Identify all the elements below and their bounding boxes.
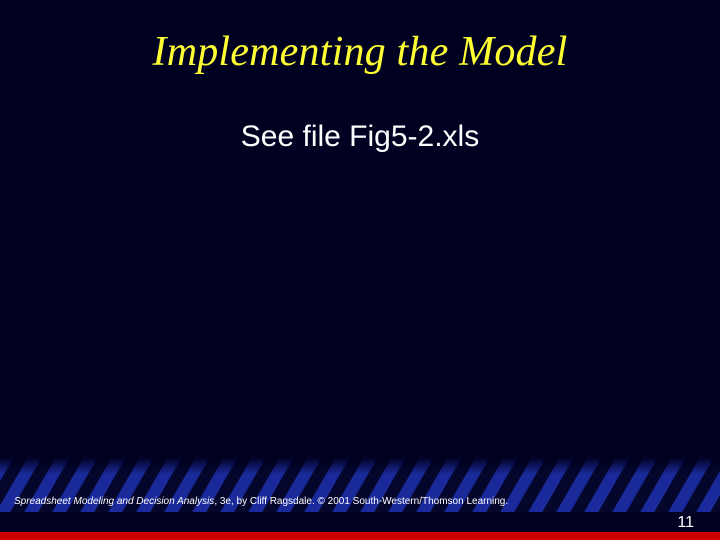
footer-remainder: , 3e, by Cliff Ragsdale. © 2001 South-We… — [214, 496, 508, 507]
page-number: 11 — [677, 514, 694, 532]
slide-body-text: See file Fig5-2.xls — [0, 120, 720, 154]
footer-credit: Spreadsheet Modeling and Decision Analys… — [14, 497, 508, 507]
slide-title: Implementing the Model — [0, 28, 720, 76]
footer-book-title: Spreadsheet Modeling and Decision Analys… — [14, 496, 214, 507]
slide: Implementing the Model See file Fig5-2.x… — [0, 0, 720, 540]
bottom-red-bar — [0, 532, 720, 540]
